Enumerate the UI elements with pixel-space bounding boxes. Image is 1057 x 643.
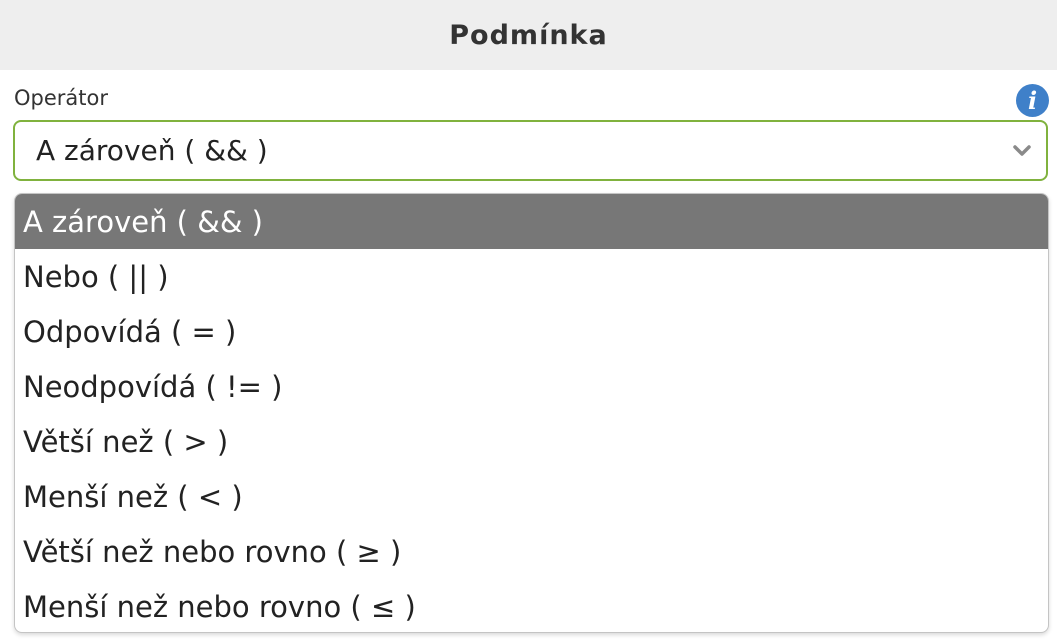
option-less-or-equal[interactable]: Menší než nebo rovno ( ≤ ): [15, 579, 1048, 632]
operator-select[interactable]: A zároveň ( && ): [13, 120, 1048, 181]
option-less-than[interactable]: Menší než ( < ): [15, 469, 1048, 524]
chevron-down-icon: [1013, 145, 1031, 156]
dialog-header: Podmínka: [0, 0, 1057, 70]
operator-label: Operátor: [14, 86, 108, 110]
info-icon[interactable]: i: [1016, 84, 1049, 117]
operator-select-value: A zároveň ( && ): [36, 134, 268, 167]
dialog-title: Podmínka: [449, 19, 608, 51]
option-not-equals[interactable]: Neodpovídá ( != ): [15, 359, 1048, 414]
operator-dropdown-list: A zároveň ( && ) Nebo ( || ) Odpovídá ( …: [14, 193, 1049, 633]
option-greater-or-equal[interactable]: Větší než nebo rovno ( ≥ ): [15, 524, 1048, 579]
option-and[interactable]: A zároveň ( && ): [15, 194, 1048, 249]
option-equals[interactable]: Odpovídá ( = ): [15, 304, 1048, 359]
option-greater-than[interactable]: Větší než ( > ): [15, 414, 1048, 469]
option-or[interactable]: Nebo ( || ): [15, 249, 1048, 304]
